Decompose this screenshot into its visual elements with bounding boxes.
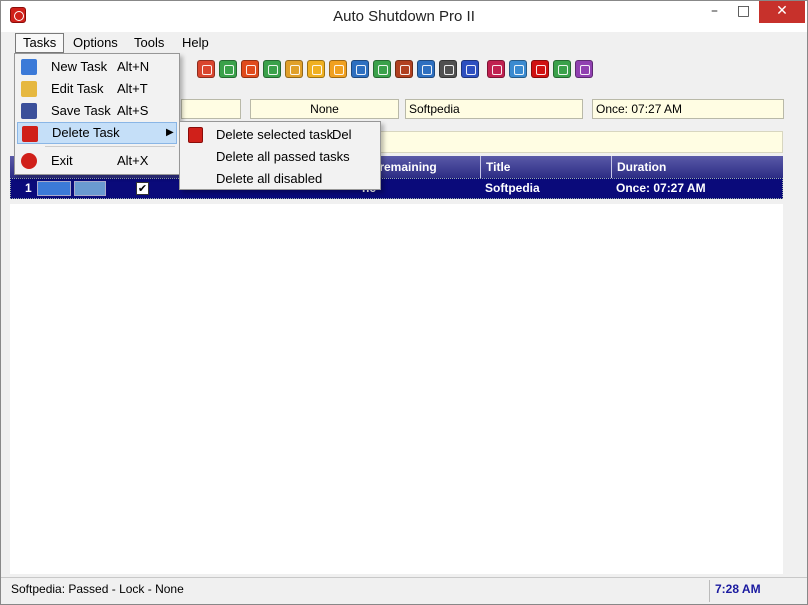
menu-new-task-label: New Task <box>51 59 108 74</box>
menu-edit-task[interactable]: Edit Task Alt+T <box>17 78 177 100</box>
tool-power-icon[interactable] <box>241 60 259 78</box>
task-list-empty-area <box>10 204 783 574</box>
field-duration: Once: 07:27 AM <box>592 99 784 119</box>
tool-arrow-right-icon[interactable] <box>219 60 237 78</box>
menu-delete-passed[interactable]: Delete all passed tasks <box>182 146 378 168</box>
tool-ftp-icon[interactable] <box>487 60 505 78</box>
tool-lock-icon[interactable] <box>307 60 325 78</box>
tool-recycle-icon[interactable] <box>263 60 281 78</box>
status-bar: Softpedia: Passed - Lock - None 7:28 AM <box>1 577 807 604</box>
menu-tasks[interactable]: Tasks <box>15 33 65 53</box>
tool-network-icon[interactable] <box>553 60 571 78</box>
row-enabled-checkbox[interactable]: ✔ <box>136 182 149 195</box>
menu-exit-label: Exit <box>51 153 73 168</box>
row-edit-icon[interactable] <box>74 181 106 196</box>
new-task-icon <box>21 59 37 75</box>
submenu-arrow-icon: ▶ <box>166 127 174 138</box>
status-divider <box>709 580 710 602</box>
menu-delete-task[interactable]: Delete Task ▶ <box>17 122 177 144</box>
trash-icon <box>188 127 203 143</box>
menu-tools[interactable]: Tools <box>127 33 171 53</box>
tool-red-arrow-icon[interactable] <box>531 60 549 78</box>
tool-info-icon[interactable] <box>417 60 435 78</box>
tool-shutdown-blue-icon[interactable] <box>351 60 369 78</box>
menu-exit-shortcut: Alt+X <box>117 153 149 168</box>
menu-delete-disabled[interactable]: Delete all disabled <box>182 168 378 190</box>
row-delete-icon[interactable] <box>37 181 71 196</box>
field-title: Softpedia <box>405 99 583 119</box>
status-message: Softpedia: Passed - Lock - None <box>11 582 184 596</box>
tool-restart-icon[interactable] <box>373 60 391 78</box>
menu-save-task-label: Save Task <box>51 103 111 118</box>
menu-delete-selected[interactable]: Delete selected task Del <box>182 124 378 146</box>
menu-delete-task-label: Delete Task <box>52 125 120 140</box>
field-none: None <box>250 99 399 119</box>
tool-camera-icon[interactable] <box>439 60 457 78</box>
status-clock: 7:28 AM <box>715 582 761 596</box>
menu-options[interactable]: Options <box>66 33 125 53</box>
table-row[interactable]: 1 ✔ ne Softpedia Once: 07:27 AM <box>10 178 783 199</box>
header-title[interactable]: Title <box>480 156 611 178</box>
menu-separator <box>45 146 175 147</box>
row-duration: Once: 07:27 AM <box>616 181 706 195</box>
menu-delete-passed-label: Delete all passed tasks <box>216 149 350 164</box>
menu-delete-selected-label: Delete selected task <box>216 127 334 142</box>
maximize-button[interactable]: □ <box>730 1 757 23</box>
open-folder-icon <box>21 81 37 97</box>
trash-icon <box>22 126 38 142</box>
save-disk-icon <box>21 103 37 119</box>
title-bar: Auto Shutdown Pro II – □ ✕ <box>1 1 807 32</box>
menu-exit[interactable]: Exit Alt+X <box>17 150 177 172</box>
menu-bar: Tasks Options Tools Help <box>5 33 805 53</box>
window-title: Auto Shutdown Pro II <box>333 8 475 25</box>
tool-tools-icon[interactable] <box>575 60 593 78</box>
tasks-menu: New Task Alt+N Edit Task Alt+T Save Task… <box>14 53 180 175</box>
tool-help-icon[interactable] <box>461 60 479 78</box>
header-duration[interactable]: Duration <box>611 156 783 178</box>
tool-standby-icon[interactable] <box>329 60 347 78</box>
tool-key-icon[interactable] <box>285 60 303 78</box>
app-window: Auto Shutdown Pro II – □ ✕ Tasks Options… <box>0 0 808 605</box>
menu-edit-task-label: Edit Task <box>51 81 104 96</box>
tool-hibernate-icon[interactable] <box>395 60 413 78</box>
menu-delete-selected-shortcut: Del <box>332 127 352 142</box>
row-number: 1 <box>25 181 32 195</box>
field-blank <box>181 99 241 119</box>
menu-new-task[interactable]: New Task Alt+N <box>17 56 177 78</box>
power-icon <box>21 153 37 169</box>
close-button[interactable]: ✕ <box>759 1 805 23</box>
row-action-icons <box>37 181 107 196</box>
tool-checklist-icon[interactable] <box>509 60 527 78</box>
menu-save-task[interactable]: Save Task Alt+S <box>17 100 177 122</box>
delete-task-submenu: Delete selected task Del Delete all pass… <box>179 121 381 190</box>
menu-help[interactable]: Help <box>175 33 216 53</box>
menu-save-task-shortcut: Alt+S <box>117 103 149 118</box>
menu-delete-disabled-label: Delete all disabled <box>216 171 323 186</box>
menu-new-task-shortcut: Alt+N <box>117 59 150 74</box>
minimize-button[interactable]: – <box>701 1 728 23</box>
menu-edit-task-shortcut: Alt+T <box>117 81 148 96</box>
tool-arrow-left-icon[interactable] <box>197 60 215 78</box>
row-title: Softpedia <box>485 181 540 195</box>
